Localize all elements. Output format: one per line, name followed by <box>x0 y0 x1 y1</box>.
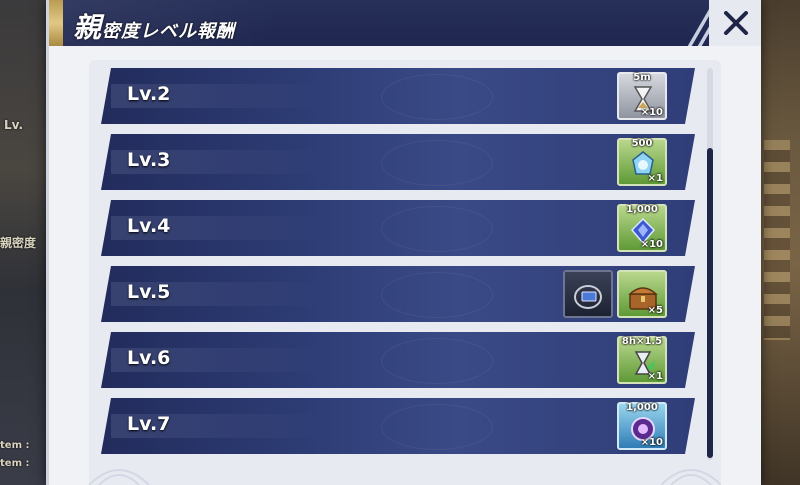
reward-dialog: 親密度レベル報酬 Lv.2 5m ×10 Lv.3 500 ×1 Lv.4 1,… <box>46 0 761 485</box>
reward-item[interactable] <box>563 270 613 318</box>
background-left: Lv. 親密度 tem : tem : <box>0 0 48 485</box>
scrollbar-thumb[interactable] <box>707 148 713 458</box>
reward-row: Lv.5 ×5 <box>101 266 695 322</box>
dialog-title-initial: 親 <box>73 11 103 44</box>
level-label: Lv.3 <box>127 149 171 171</box>
level-label: Lv.7 <box>127 413 171 435</box>
level-label: Lv.5 <box>127 281 171 303</box>
reward-amount: 8h×1.5 <box>621 336 663 347</box>
reward-amount: 5m <box>633 72 651 83</box>
close-button[interactable] <box>709 0 761 46</box>
reward-list[interactable]: Lv.2 5m ×10 Lv.3 500 ×1 Lv.4 1,000 ×10 L… <box>89 60 705 485</box>
reward-list-panel: Lv.2 5m ×10 Lv.3 500 ×1 Lv.4 1,000 ×10 L… <box>89 60 721 485</box>
background-right <box>756 0 800 485</box>
level-label: Lv.6 <box>127 347 171 369</box>
reward-count: ×1 <box>647 173 663 184</box>
reward-count: ×1 <box>647 371 663 382</box>
reward-row: Lv.3 500 ×1 <box>101 134 695 190</box>
reward-amount: 500 <box>631 138 653 149</box>
close-icon <box>724 11 748 35</box>
reward-row: Lv.7 1,000 ×10 <box>101 398 695 454</box>
reward-row: Lv.6 8h×1.5 ×1 <box>101 332 695 388</box>
level-label: Lv.4 <box>127 215 171 237</box>
background-fragment: Lv. <box>4 118 24 132</box>
reward-count: ×10 <box>640 107 663 118</box>
reward-item[interactable]: ×5 <box>617 270 667 318</box>
dialog-title-rest: 密度レベル報酬 <box>102 21 236 42</box>
reward-count: ×10 <box>640 437 663 448</box>
background-fragment: 親密度 <box>0 236 37 250</box>
reward-row: Lv.2 5m ×10 <box>101 68 695 124</box>
reward-amount: 1,000 <box>626 402 658 413</box>
reward-count: ×10 <box>640 239 663 250</box>
reward-count: ×5 <box>647 305 663 316</box>
reward-amount: 1,000 <box>626 204 658 215</box>
list-scrollbar[interactable] <box>707 68 713 460</box>
nameplate-frame-icon <box>574 285 602 309</box>
background-fragment: tem : <box>0 440 30 451</box>
reward-item[interactable]: 5m ×10 <box>617 72 667 120</box>
reward-item[interactable]: 8h×1.5 ×1 <box>617 336 667 384</box>
reward-item[interactable]: 500 ×1 <box>617 138 667 186</box>
background-fragment: tem : <box>0 458 30 469</box>
level-label: Lv.2 <box>127 83 171 105</box>
reward-item[interactable]: 1,000 ×10 <box>617 204 667 252</box>
dialog-title-bar: 親密度レベル報酬 <box>49 0 761 46</box>
title-ornament <box>49 0 63 46</box>
dialog-title: 親密度レベル報酬 <box>73 6 236 44</box>
reward-item[interactable]: 1,000 ×10 <box>617 402 667 450</box>
reward-row: Lv.4 1,000 ×10 <box>101 200 695 256</box>
